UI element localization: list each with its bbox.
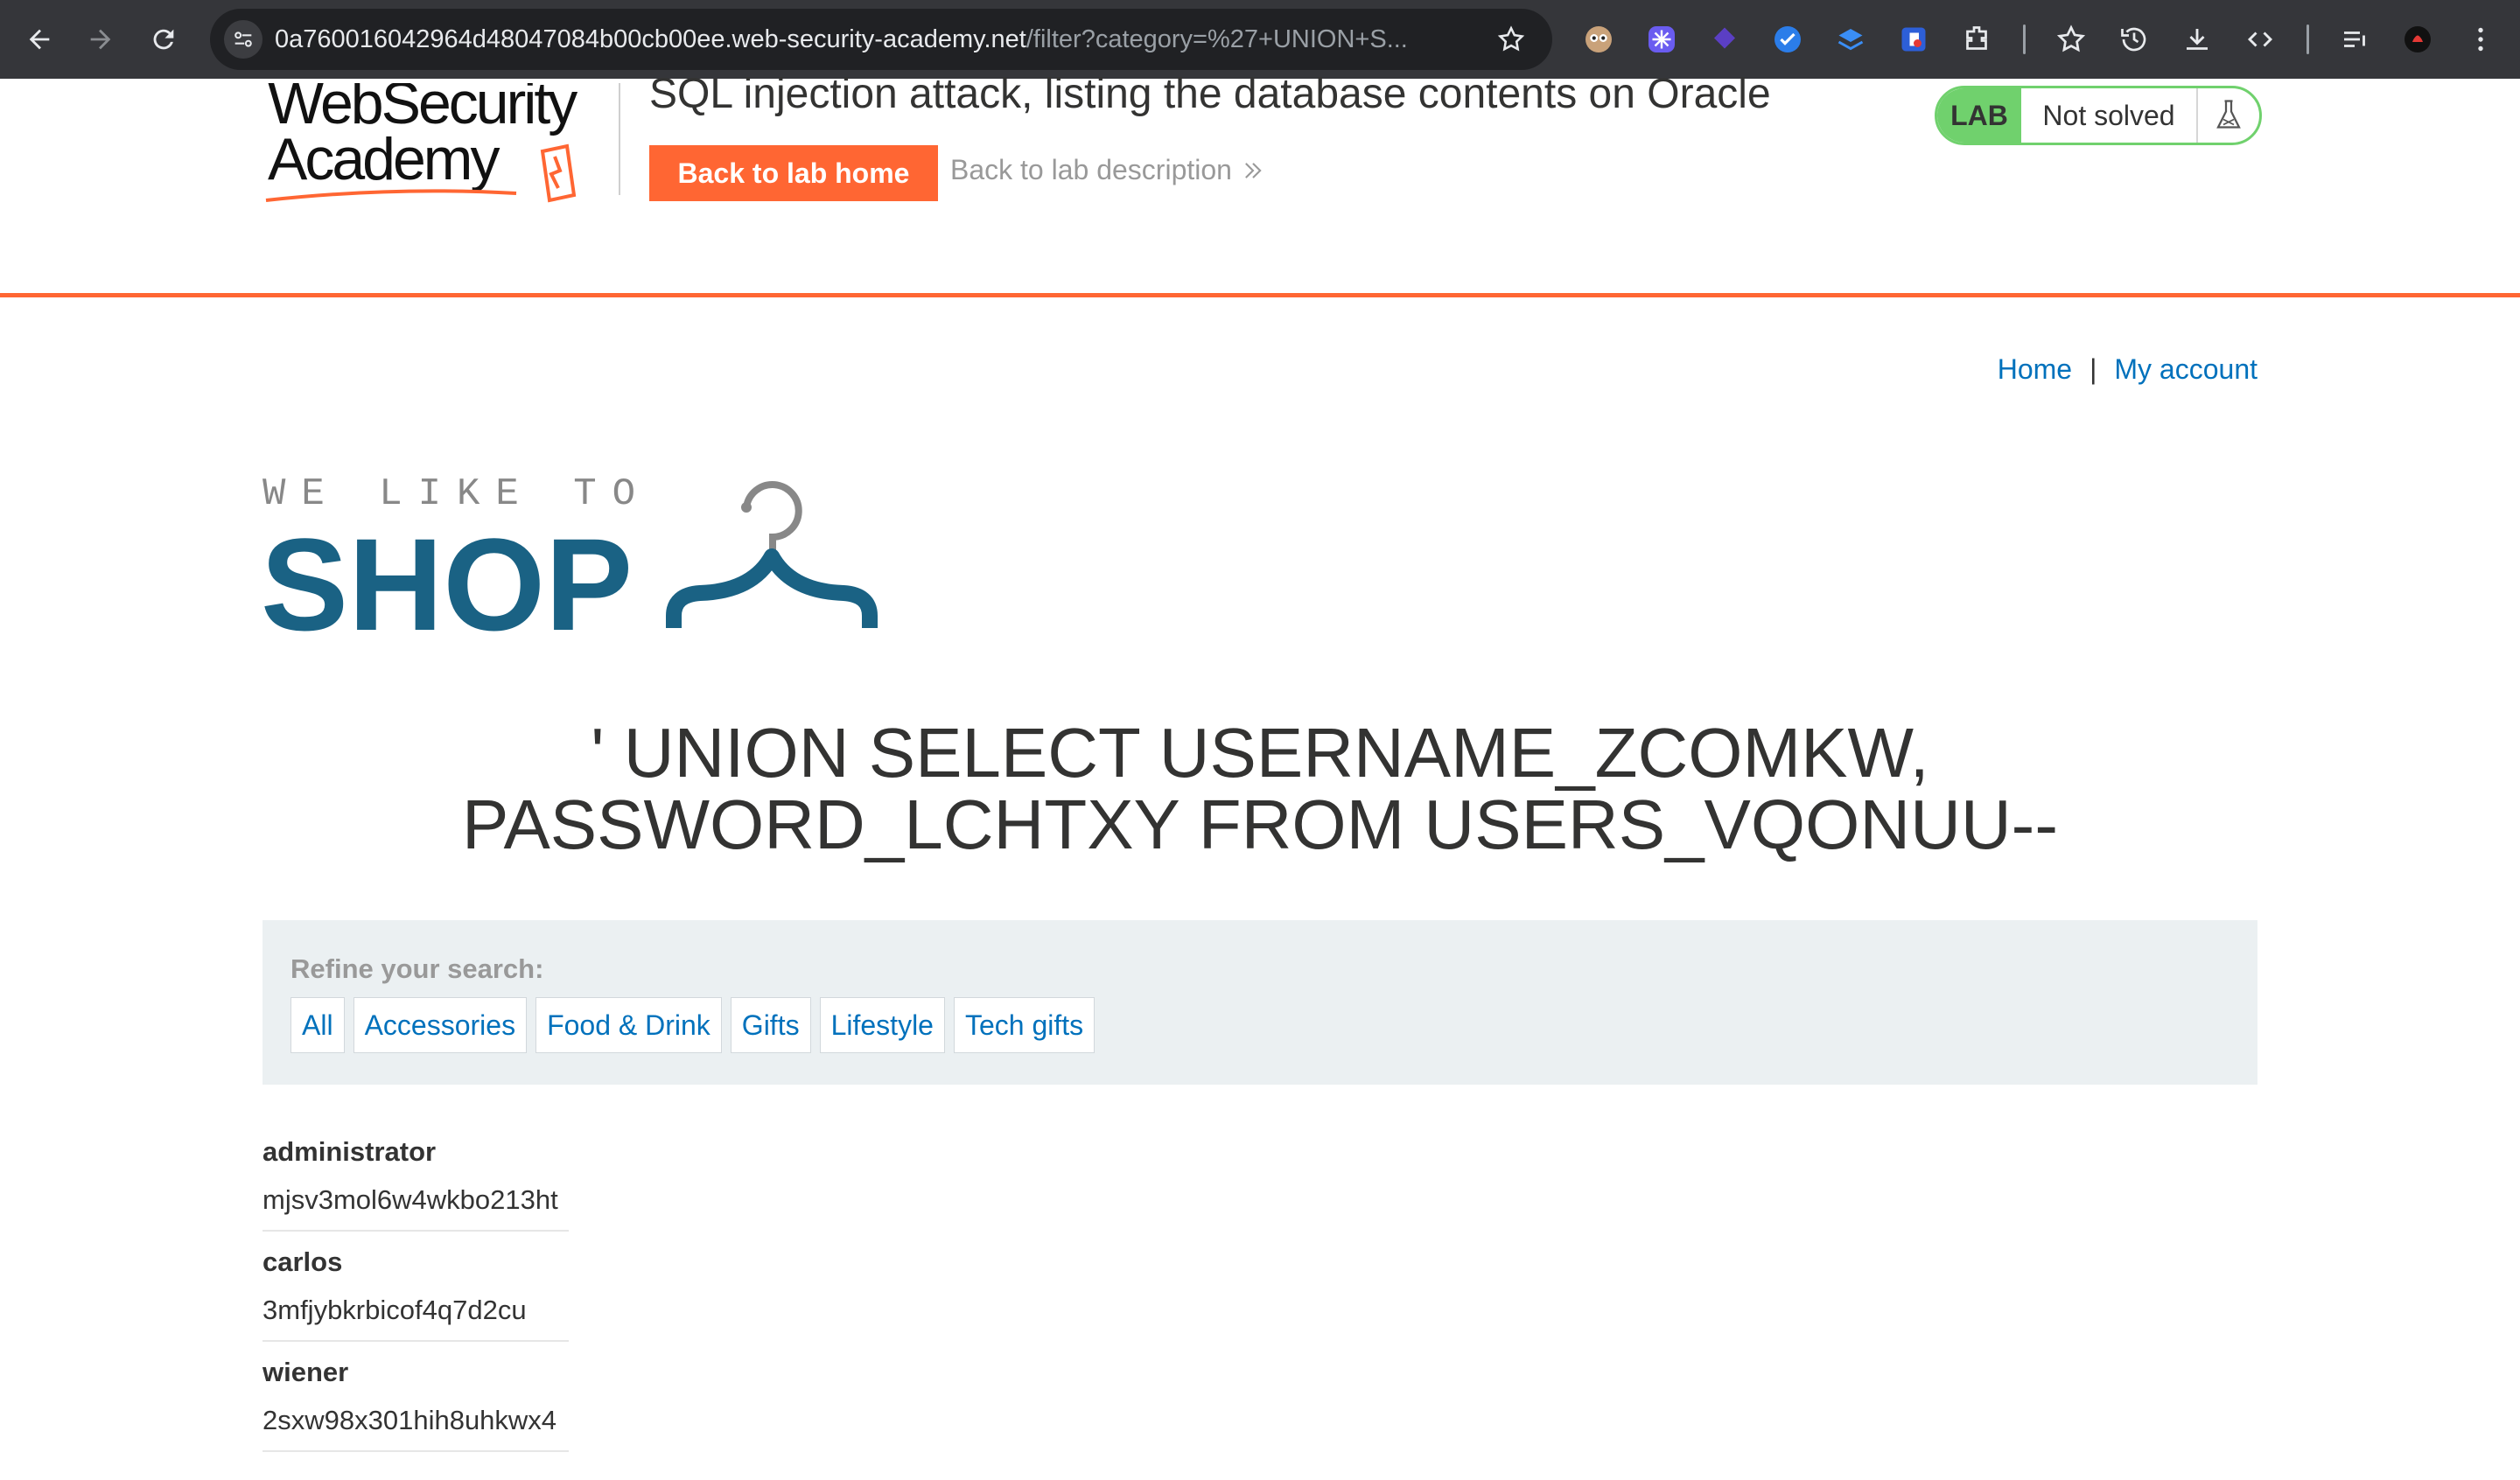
bookmarks-star-icon[interactable] <box>2053 21 2090 58</box>
password-cell: 3mfjybkrbicof4q7d2cu <box>262 1295 527 1325</box>
web-security-academy-logo[interactable]: WebSecurity Academy <box>262 70 612 214</box>
username-cell: administrator <box>262 1136 437 1167</box>
filter-accessories[interactable]: Accessories <box>353 997 528 1053</box>
heading-line1: ' UNION SELECT USERNAME_ZCOMKW, <box>591 714 1929 792</box>
menu-kebab-icon[interactable] <box>2462 21 2499 58</box>
lab-tag: LAB <box>1937 88 2021 143</box>
devtools-code-icon[interactable] <box>2242 21 2278 58</box>
username-cell: carlos <box>262 1246 343 1277</box>
extension-shield-icon[interactable] <box>1895 21 1932 58</box>
filter-all[interactable]: All <box>290 997 345 1053</box>
back-arrow-icon[interactable] <box>19 19 60 59</box>
toolbar-separator <box>2306 24 2309 54</box>
url-path: /filter?category=%27+UNION+S... <box>1026 25 1408 53</box>
home-link[interactable]: Home <box>1998 353 2072 386</box>
browser-toolbar: 0a760016042964d48047084b00cb00ee.web-sec… <box>0 0 2520 79</box>
my-account-link[interactable]: My account <box>2114 353 2258 386</box>
extension-layers-icon[interactable] <box>1832 21 1869 58</box>
double-chevron-right-icon <box>1245 162 1262 178</box>
lab-status-badge: LAB Not solved <box>1935 86 2262 145</box>
toolbar-separator <box>2023 24 2026 54</box>
history-icon[interactable] <box>2116 21 2152 58</box>
nav-separator: | <box>2090 353 2097 385</box>
address-bar[interactable]: 0a760016042964d48047084b00cb00ee.web-sec… <box>210 9 1552 70</box>
shop-tagline: WE LIKE TO <box>262 472 651 516</box>
back-to-lab-home-button[interactable]: Back to lab home <box>649 145 938 201</box>
extension-cube-icon[interactable] <box>1706 21 1743 58</box>
filter-food-drink[interactable]: Food & Drink <box>536 997 722 1053</box>
logo-line2: Academy <box>268 126 500 192</box>
hanger-icon <box>666 481 878 628</box>
reading-list-icon[interactable] <box>2336 21 2373 58</box>
we-like-to-shop-logo: WE LIKE TO SHOP <box>261 472 882 658</box>
username-cell: wiener <box>262 1357 349 1387</box>
category-heading: ' UNION SELECT USERNAME_ZCOMKW, PASSWORD… <box>262 717 2258 861</box>
bookmark-star-icon[interactable] <box>1496 24 1526 54</box>
profile-avatar-icon[interactable] <box>2399 21 2436 58</box>
filter-lifestyle[interactable]: Lifestyle <box>819 997 945 1053</box>
extension-snowflake-icon[interactable] <box>1643 21 1680 58</box>
filter-panel: Refine your search: All Accessories Food… <box>262 920 2258 1085</box>
results-table: administrator mjsv3mol6w4wkbo213ht carlo… <box>262 1128 569 1459</box>
filter-gifts[interactable]: Gifts <box>730 997 811 1053</box>
header-divider <box>619 83 620 195</box>
download-icon[interactable] <box>2179 21 2216 58</box>
header-orange-rule <box>0 293 2520 297</box>
url-text[interactable]: 0a760016042964d48047084b00cb00ee.web-sec… <box>275 9 1465 70</box>
back-to-lab-description-link[interactable]: Back to lab description <box>950 154 1265 186</box>
category-filter-list: All Accessories Food & Drink Gifts Lifes… <box>290 997 1096 1053</box>
site-settings-icon[interactable] <box>224 20 262 59</box>
top-navigation: Home | My account <box>1998 353 2258 386</box>
back-to-lab-description-label: Back to lab description <box>950 154 1232 185</box>
flask-icon <box>2198 88 2259 143</box>
forward-arrow-icon[interactable] <box>80 19 121 59</box>
table-row: wiener 2sxw98x301hih8uhkwx4 <box>262 1349 569 1452</box>
reload-icon[interactable] <box>144 19 184 59</box>
password-cell: 2sxw98x301hih8uhkwx4 <box>262 1405 557 1435</box>
shop-word: SHOP <box>261 511 633 639</box>
lab-state: Not solved <box>2021 88 2198 143</box>
url-host: 0a760016042964d48047084b00cb00ee.web-sec… <box>275 25 1026 53</box>
extension-check-icon[interactable] <box>1769 21 1806 58</box>
filter-tech-gifts[interactable]: Tech gifts <box>953 997 1096 1053</box>
password-cell: mjsv3mol6w4wkbo213ht <box>262 1184 558 1215</box>
table-row: administrator mjsv3mol6w4wkbo213ht <box>262 1128 569 1232</box>
lab-title: SQL injection attack, listing the databa… <box>649 71 1771 117</box>
table-row: carlos 3mfjybkrbicof4q7d2cu <box>262 1239 569 1342</box>
heading-line2: PASSWORD_LCHTXY FROM USERS_VQONUU-- <box>462 785 2058 863</box>
extensions-puzzle-icon[interactable] <box>1958 21 1995 58</box>
extension-owl-icon[interactable] <box>1580 21 1617 58</box>
refine-search-label: Refine your search: <box>290 953 544 984</box>
